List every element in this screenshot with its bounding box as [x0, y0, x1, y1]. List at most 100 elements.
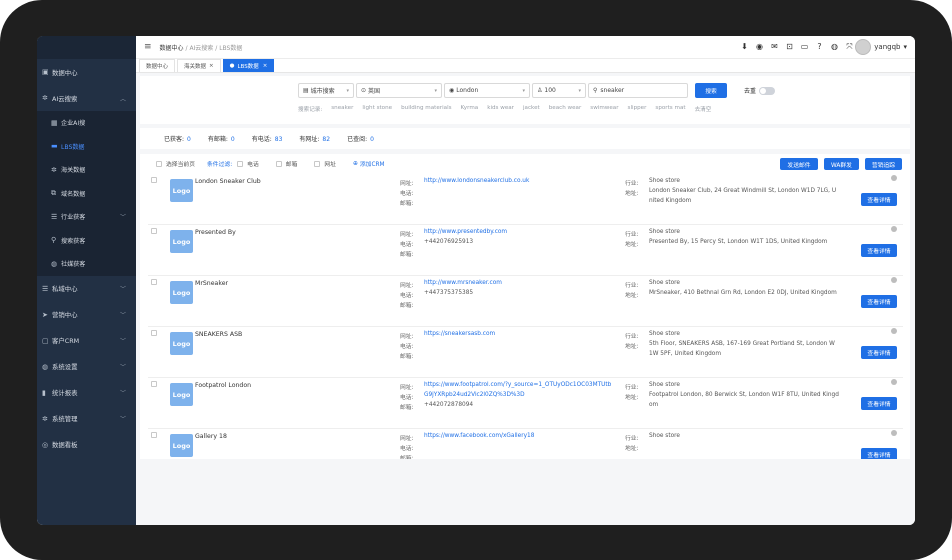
history-item[interactable]: beach wear	[549, 105, 582, 113]
industry-value: Shoe store	[649, 178, 680, 184]
row-checkbox[interactable]	[151, 177, 157, 183]
company-name[interactable]: Footpatrol London	[195, 382, 251, 389]
fullscreen-icon[interactable]: ⤧	[845, 42, 854, 51]
company-name[interactable]: SNEAKERS ASB	[195, 331, 242, 338]
sidebar-item-label: 行业获客	[61, 214, 86, 222]
mail-icon[interactable]: ✉	[770, 42, 779, 51]
filter-website-checkbox[interactable]	[314, 160, 321, 167]
filter-email-checkbox[interactable]	[275, 160, 282, 167]
breadcrumb-item[interactable]: 数据中心	[160, 45, 184, 52]
close-icon[interactable]	[891, 430, 897, 436]
breadcrumb-item[interactable]: AI云搜索	[189, 45, 213, 52]
history-item[interactable]: building materials	[401, 105, 451, 113]
sidebar-item-social[interactable]: ◍ 社媒获客	[37, 252, 136, 276]
stat-email: 有邮箱: 0	[208, 134, 235, 143]
tab-lbs[interactable]: ● LBS数据 ×	[222, 59, 275, 72]
row-checkbox[interactable]	[151, 432, 157, 438]
company-name[interactable]: Gallery 18	[195, 433, 227, 440]
website-link[interactable]: http://www.presentedby.com	[424, 227, 507, 237]
view-details-button[interactable]: 查看详情	[861, 244, 897, 257]
close-icon[interactable]	[891, 379, 897, 385]
count-select[interactable]: ♙ 100 ▾	[532, 83, 586, 98]
company-name[interactable]: Presented By	[195, 229, 236, 236]
send-email-button[interactable]: 发送邮件	[780, 158, 818, 170]
download-icon[interactable]: ⬇	[740, 42, 749, 51]
website-link[interactable]: https://www.footpatrol.com/?y_source=1_O…	[424, 380, 611, 390]
view-details-button[interactable]: 查看详情	[861, 346, 897, 359]
view-details-button[interactable]: 查看详情	[861, 397, 897, 410]
sidebar-item-data-center[interactable]: ▣ 数据中心	[37, 59, 136, 85]
view-details-button[interactable]: 查看详情	[861, 448, 897, 459]
breadcrumb-separator: /	[215, 44, 218, 52]
view-details-button[interactable]: 查看详情	[861, 295, 897, 308]
avatar[interactable]	[855, 39, 872, 55]
whatsapp-icon[interactable]: ◉	[755, 42, 764, 51]
sidebar-item-enterprise-ai[interactable]: ▦ 企业AI搜	[37, 111, 136, 135]
sidebar-item-marketing[interactable]: ➤ 营销中心 ﹀	[37, 302, 136, 328]
search-icon: ⚲	[51, 236, 57, 245]
website-link-cont[interactable]: G9jYXRpb24ud2Vic2l0ZQ%3D%3D	[424, 390, 525, 400]
history-item[interactable]: jacket	[523, 105, 540, 113]
city-select[interactable]: ◉ London ▾	[444, 83, 530, 98]
tab-customs[interactable]: 海关数据 ×	[177, 59, 221, 72]
marketing-track-button[interactable]: 营销追踪	[865, 158, 902, 170]
close-icon[interactable]	[891, 277, 897, 283]
sidebar-item-settings[interactable]: ◍ 系统设置 ﹀	[37, 354, 136, 380]
close-icon[interactable]	[891, 226, 897, 232]
country-select[interactable]: ⊙ 英国 ▾	[356, 83, 442, 98]
user-menu[interactable]: yangqb ▾	[855, 39, 907, 55]
row-checkbox[interactable]	[151, 279, 157, 285]
wa-group-button[interactable]: WA群发	[824, 158, 859, 170]
history-item[interactable]: sneaker	[331, 105, 353, 113]
history-item[interactable]: sports mat	[655, 105, 685, 113]
clear-history-link[interactable]: 去清空	[695, 105, 712, 113]
history-item[interactable]: slipper	[628, 105, 647, 113]
history-item[interactable]: kids wear	[487, 105, 514, 113]
close-icon[interactable]: ×	[209, 63, 214, 69]
sidebar-item-customs[interactable]: ✲ 海关数据	[37, 158, 136, 182]
close-icon[interactable]	[891, 175, 897, 181]
stat-value: 82	[322, 136, 331, 143]
sidebar-item-ai-search[interactable]: ✲ AI云搜索 ︿	[37, 85, 136, 111]
globe-icon[interactable]: ◍	[830, 42, 839, 51]
filter-phone-checkbox[interactable]	[237, 160, 244, 167]
company-name[interactable]: London Sneaker Club	[195, 178, 261, 185]
company-name[interactable]: MrSneaker	[195, 280, 228, 287]
chevron-down-icon: ﹀	[119, 416, 126, 423]
sidebar-item-lbs[interactable]: ▬ LBS数据	[37, 135, 136, 159]
chevron-down-icon: ▾	[434, 87, 437, 94]
close-icon[interactable]: ×	[263, 63, 268, 69]
sidebar-item-admin[interactable]: ✲ 系统管理 ﹀	[37, 406, 136, 432]
add-crm-link[interactable]: 添加CRM	[360, 159, 385, 168]
row-checkbox[interactable]	[151, 330, 157, 336]
dedupe-toggle[interactable]	[759, 86, 776, 95]
search-button[interactable]: 搜索	[695, 83, 727, 98]
menu-toggle-icon[interactable]: ≡	[144, 42, 152, 52]
sidebar-item-industry[interactable]: ☰ 行业获客 ﹀	[37, 205, 136, 229]
sidebar-item-crm[interactable]: ▢ 客户CRM ﹀	[37, 328, 136, 354]
select-page-checkbox[interactable]	[156, 160, 162, 167]
monitor-icon[interactable]: ▭	[800, 42, 809, 51]
website-link[interactable]: http://www.mrsneaker.com	[424, 278, 502, 288]
website-link[interactable]: https://www.facebook.com/xGallery18	[424, 431, 534, 441]
sidebar-item-domain[interactable]: ⧉ 域名数据	[37, 182, 136, 206]
search-type-select[interactable]: ▤ 城市搜索 ▾	[298, 83, 354, 98]
help-icon[interactable]: ?	[815, 42, 824, 51]
row-checkbox[interactable]	[151, 381, 157, 387]
tab-data-center[interactable]: 数据中心	[139, 59, 176, 72]
website-link[interactable]: https://sneakersasb.com	[424, 329, 495, 339]
close-icon[interactable]	[891, 328, 897, 334]
sidebar-item-reports[interactable]: ▮ 统计报表 ﹀	[37, 380, 136, 406]
sidebar-item-dashboard[interactable]: ◎ 数据看板	[37, 432, 136, 458]
screenshot-icon[interactable]: ⊡	[785, 42, 794, 51]
website-link[interactable]: http://www.londonsneakerclub.co.uk	[424, 176, 529, 186]
history-item[interactable]: swimwear	[590, 105, 618, 113]
view-details-button[interactable]: 查看详情	[861, 193, 897, 206]
history-item[interactable]: light stone	[362, 105, 392, 113]
sidebar-item-private[interactable]: ☰ 私域中心 ﹀	[37, 276, 136, 302]
keyword-input[interactable]: ⚲ sneaker	[588, 83, 688, 98]
breadcrumb: 数据中心 / AI云搜索 / LBS数据	[160, 43, 243, 52]
row-checkbox[interactable]	[151, 228, 157, 234]
sidebar-item-search-acq[interactable]: ⚲ 搜索获客	[37, 229, 136, 253]
history-item[interactable]: Kyrma	[461, 105, 479, 113]
